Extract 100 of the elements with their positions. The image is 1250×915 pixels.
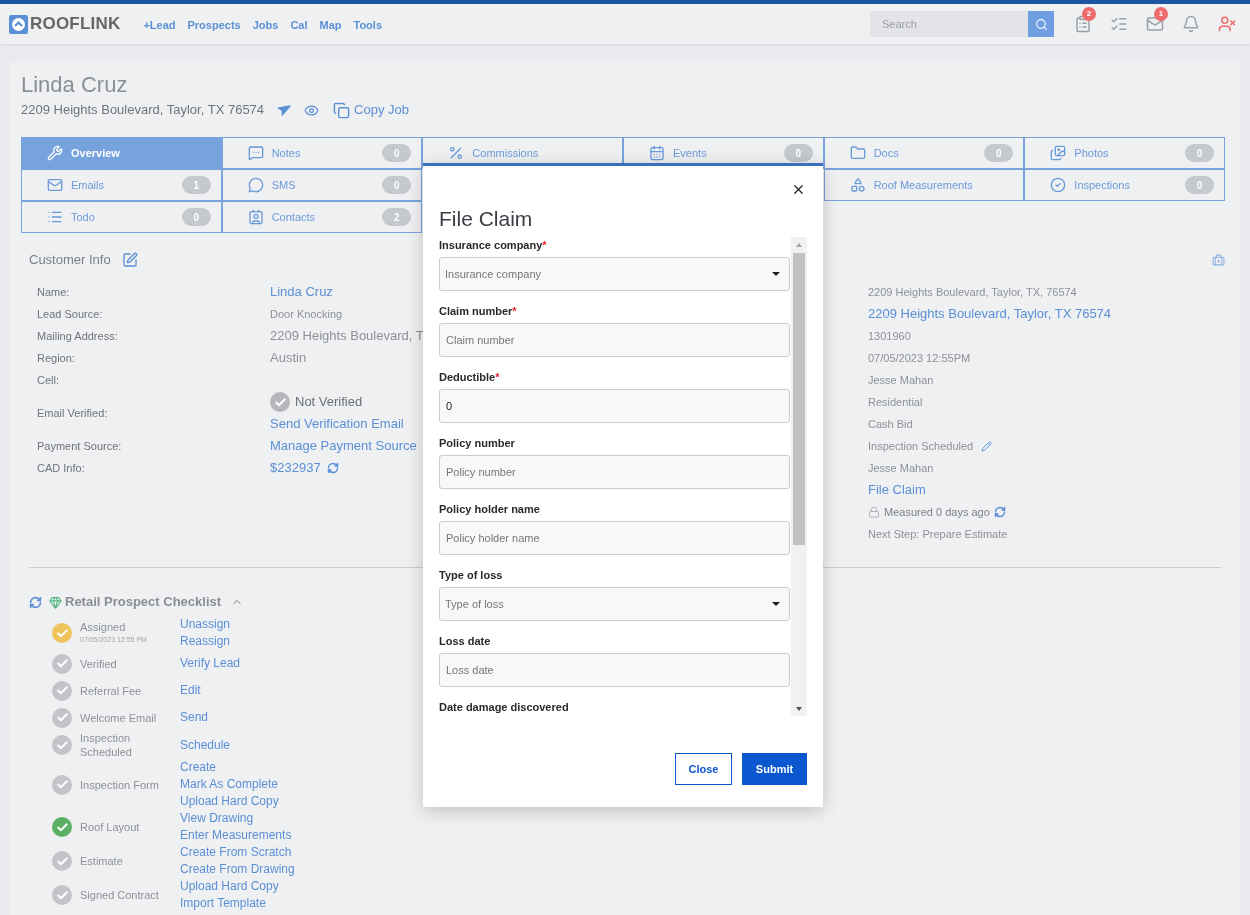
field-label: Name: bbox=[37, 284, 70, 300]
detail-link[interactable]: 2209 Heights Boulevard, Taylor, TX 76574 bbox=[868, 303, 1112, 325]
value-link[interactable]: Send Verification Email bbox=[270, 413, 420, 435]
action-link[interactable]: Upload Hard Copy bbox=[180, 878, 279, 895]
action-link[interactable]: Verify Lead bbox=[180, 655, 241, 672]
bell-icon[interactable] bbox=[1182, 15, 1200, 33]
nav-link[interactable]: Jobs bbox=[252, 16, 279, 34]
select-field[interactable]: Insurance company bbox=[439, 257, 790, 291]
field-label: Email Verified: bbox=[37, 405, 108, 421]
detail-text: Jesse Mahan bbox=[868, 461, 934, 476]
detail-text: Jesse Mahan bbox=[868, 373, 934, 388]
detail-text: Inspection Scheduled bbox=[868, 438, 974, 454]
input-field[interactable]: Policy holder name bbox=[439, 521, 790, 555]
action-link[interactable]: Edit bbox=[180, 682, 201, 699]
lock-icon bbox=[868, 506, 880, 518]
detail-text: Cash Bid bbox=[868, 417, 913, 432]
tab[interactable]: SMS 0 bbox=[221, 169, 423, 201]
field-label: CAD Info: bbox=[37, 460, 85, 476]
nav-link[interactable]: +Lead bbox=[143, 16, 176, 34]
tab[interactable]: Photos 0 bbox=[1024, 137, 1225, 169]
field-label: Date damage discovered bbox=[439, 700, 569, 715]
field-label: Mailing Address: bbox=[37, 328, 118, 344]
action-link[interactable]: Unassign bbox=[180, 616, 231, 633]
dropdown-caret-icon bbox=[772, 602, 780, 606]
action-link[interactable]: Send bbox=[180, 709, 209, 726]
clipboard-icon[interactable] bbox=[1074, 15, 1092, 33]
nav-link[interactable]: Prospects bbox=[187, 16, 241, 34]
action-link[interactable]: View Drawing bbox=[180, 810, 292, 827]
action-link[interactable]: Create bbox=[180, 759, 279, 776]
edit-icon[interactable] bbox=[981, 440, 993, 452]
value-text: Door Knocking bbox=[270, 307, 344, 322]
step-label: Referral Fee bbox=[80, 683, 143, 698]
envelope-icon bbox=[47, 177, 63, 193]
copy-icon[interactable] bbox=[333, 101, 351, 119]
refresh-icon[interactable] bbox=[326, 462, 339, 474]
action-link[interactable]: Upload Hard Copy bbox=[180, 793, 279, 810]
detail-text: 2209 Heights Boulevard, Taylor, TX, 76574 bbox=[868, 285, 1077, 300]
tab[interactable]: Roof Measurements bbox=[823, 169, 1025, 201]
folder-icon bbox=[849, 145, 866, 161]
step-label: Welcome Email bbox=[80, 710, 158, 725]
edit-icon[interactable] bbox=[121, 252, 138, 268]
input-field[interactable]: 0 bbox=[439, 389, 790, 423]
step-label: Assigned bbox=[80, 620, 127, 634]
input-field[interactable]: Loss date bbox=[439, 653, 790, 687]
field-label: Payment Source: bbox=[37, 438, 122, 454]
detail-text: 1301960 bbox=[868, 329, 911, 344]
input-field[interactable]: Policy number bbox=[439, 455, 790, 489]
action-link[interactable]: Create From Scratch bbox=[180, 844, 295, 861]
count-badge: 0 bbox=[181, 208, 211, 226]
input-field[interactable]: Claim number bbox=[439, 323, 790, 357]
nav-link[interactable]: Map bbox=[319, 16, 342, 34]
search-field[interactable]: Search bbox=[870, 11, 1028, 37]
action-link[interactable]: Reassign bbox=[180, 633, 231, 650]
action-link[interactable]: Schedule bbox=[180, 736, 231, 754]
action-link[interactable]: Enter Measurements bbox=[180, 827, 292, 844]
field-label: Insurance company* bbox=[439, 238, 547, 253]
select-field[interactable]: Type of loss bbox=[439, 587, 790, 621]
tab[interactable]: Emails 1 bbox=[21, 169, 222, 201]
list-icon bbox=[47, 209, 63, 225]
copy-job-link[interactable]: Copy Job bbox=[354, 100, 409, 120]
eye-icon[interactable] bbox=[304, 102, 320, 118]
value-link[interactable]: Linda Cruz bbox=[270, 281, 420, 303]
tab[interactable]: Overview bbox=[21, 137, 222, 169]
close-icon[interactable] bbox=[791, 182, 806, 197]
action-link[interactable]: Create From Drawing bbox=[180, 861, 295, 878]
refresh-icon[interactable] bbox=[993, 506, 1006, 518]
field-label: Cell: bbox=[37, 372, 59, 388]
calendar-icon bbox=[649, 145, 665, 161]
action-link[interactable]: Mark As Complete bbox=[180, 776, 279, 793]
shapes-icon bbox=[849, 177, 866, 193]
list-icon[interactable] bbox=[1110, 15, 1128, 33]
tab[interactable]: Todo 0 bbox=[21, 201, 222, 233]
refresh-icon[interactable] bbox=[29, 595, 42, 609]
step-label: Roof Layout bbox=[80, 820, 141, 834]
tab[interactable]: Notes 0 bbox=[221, 137, 423, 169]
chat-icon bbox=[247, 145, 264, 161]
value-link[interactable]: $232937 bbox=[270, 458, 321, 478]
close-button[interactable]: Close bbox=[675, 753, 732, 785]
tab[interactable]: Inspections 0 bbox=[1024, 169, 1225, 201]
submit-button[interactable]: Submit bbox=[742, 753, 807, 785]
search-button[interactable] bbox=[1028, 11, 1054, 37]
detail-link[interactable]: File Claim bbox=[868, 479, 926, 501]
action-link[interactable]: Import Template bbox=[180, 895, 279, 912]
count-badge: 2 bbox=[382, 208, 412, 226]
briefcase-icon[interactable] bbox=[1212, 253, 1225, 267]
chat-bubble-icon bbox=[247, 177, 264, 193]
envelope-icon[interactable] bbox=[1146, 15, 1164, 33]
tab[interactable]: Docs 0 bbox=[823, 137, 1025, 169]
nav-link[interactable]: Cal bbox=[290, 16, 308, 34]
user-icon[interactable] bbox=[1218, 15, 1236, 33]
tab[interactable]: Contacts 2 bbox=[221, 201, 423, 233]
value-link[interactable]: Manage Payment Source bbox=[270, 435, 420, 457]
logo-icon bbox=[9, 14, 28, 34]
wrench-icon bbox=[47, 145, 63, 161]
scrollbar[interactable] bbox=[791, 237, 807, 716]
checklist-title: Retail Prospect Checklist bbox=[65, 593, 222, 612]
count-badge: 0 bbox=[382, 144, 412, 162]
detail-text: Residential bbox=[868, 395, 923, 410]
step-label: Estimate bbox=[80, 854, 124, 868]
nav-link[interactable]: Tools bbox=[353, 16, 382, 34]
